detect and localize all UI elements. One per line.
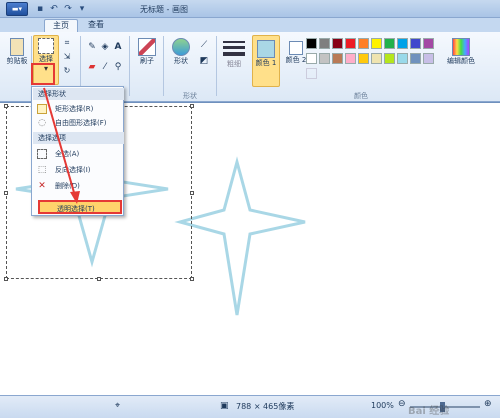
resize-handle[interactable] <box>4 191 8 195</box>
invert-select-icon: ⬚ <box>37 165 47 175</box>
colors-group-label: 颜色 <box>354 92 368 100</box>
zoom-out-icon[interactable]: ⊖ <box>398 399 406 409</box>
palette-swatch[interactable] <box>345 53 356 64</box>
palette-swatch[interactable] <box>384 53 395 64</box>
size-button[interactable]: 粗细 <box>220 38 248 69</box>
clipboard-label: 剪贴板 <box>6 57 28 65</box>
menu-item-free-select[interactable]: ◌ 自由图形选择(F) <box>33 116 124 130</box>
resize-handle[interactable] <box>190 277 194 281</box>
customize-quick-access-icon[interactable]: ▾ <box>76 3 88 15</box>
resize-icon[interactable]: ⇲ <box>62 52 72 61</box>
size-label: 粗细 <box>227 60 241 68</box>
palette-swatch[interactable] <box>410 53 421 64</box>
shapes-icon <box>172 38 190 56</box>
palette-swatch[interactable] <box>371 53 382 64</box>
tab-view[interactable]: 查看 <box>80 19 112 32</box>
magnifier-icon[interactable]: ⚲ <box>113 62 123 72</box>
menu-item-invert-select[interactable]: ⬚ 反向选择(I) <box>33 163 124 177</box>
clipboard-icon <box>10 38 24 56</box>
palette-swatch[interactable] <box>332 53 343 64</box>
palette-swatch[interactable] <box>384 38 395 49</box>
fill-shape-icon[interactable]: ◩ <box>198 56 210 66</box>
brushes-button[interactable]: 刷子 <box>134 38 160 66</box>
save-icon[interactable]: ▪ <box>34 3 46 15</box>
free-select-icon: ◌ <box>38 118 46 128</box>
color-picker-icon[interactable]: ⁄ <box>100 62 110 72</box>
watermark: Bai 经验 <box>408 406 450 417</box>
zoom-in-icon[interactable]: ⊕ <box>484 399 492 409</box>
palette-swatch[interactable] <box>358 53 369 64</box>
palette-swatch[interactable] <box>332 38 343 49</box>
palette-swatch[interactable] <box>345 38 356 49</box>
select-all-icon <box>37 149 47 159</box>
select-dropdown-menu: 选择形状 矩形选择(R) ◌ 自由图形选择(F) 选择选项 全选(A) ⬚ 反向… <box>31 86 124 216</box>
canvas-dimensions: 788 × 465像素 <box>236 402 295 411</box>
menu-section-select-shape: 选择形状 <box>33 88 124 100</box>
palette-swatch[interactable] <box>319 38 330 49</box>
color1-button[interactable]: 颜色 1 <box>252 35 280 87</box>
palette-swatch[interactable] <box>371 38 382 49</box>
menu-item-rect-select[interactable]: 矩形选择(R) <box>33 102 124 116</box>
fill-icon[interactable]: ◈ <box>100 42 110 52</box>
menu-item-delete[interactable]: ✕ 删除(D) <box>33 179 124 193</box>
window-title: 无标题 - 画图 <box>140 5 188 14</box>
palette-swatch[interactable] <box>306 38 317 49</box>
resize-handle[interactable] <box>97 277 101 281</box>
paint-menu-button[interactable]: ▬▾ <box>6 2 28 16</box>
delete-icon: ✕ <box>38 181 46 191</box>
crop-icon[interactable]: ⌗ <box>62 38 72 48</box>
shapes-button[interactable]: 形状 <box>168 38 194 66</box>
resize-handle[interactable] <box>4 104 8 108</box>
tab-home[interactable]: 主页 <box>44 19 78 32</box>
menu-section-select-options: 选择选项 <box>33 132 124 144</box>
outline-icon[interactable]: ⟋ <box>198 40 210 50</box>
color2-swatch <box>289 41 303 55</box>
custom-color-slot[interactable] <box>306 68 317 79</box>
highlight-select-button <box>31 63 55 85</box>
menu-item-transparent-select[interactable]: 透明选择(T) <box>38 200 122 214</box>
shapes-label: 形状 <box>174 57 188 65</box>
rotate-icon[interactable]: ↻ <box>62 66 72 75</box>
resize-handle[interactable] <box>190 191 194 195</box>
text-icon[interactable]: A <box>113 42 123 52</box>
edit-colors-icon <box>452 38 470 56</box>
select-rectangle-icon <box>38 38 54 54</box>
resize-handle[interactable] <box>190 104 194 108</box>
palette-swatch[interactable] <box>319 53 330 64</box>
status-bar: ⌖ ▣ 788 × 465像素 100% ⊖ ⊕ Bai 经验 <box>0 395 500 418</box>
cursor-position-icon: ⌖ <box>115 401 121 411</box>
eraser-icon[interactable]: ▰ <box>87 62 97 72</box>
palette-swatch[interactable] <box>410 38 421 49</box>
brushes-label: 刷子 <box>140 57 154 65</box>
edit-colors-button[interactable]: 编辑颜色 <box>444 38 478 66</box>
shapes-group-label: 形状 <box>183 92 197 100</box>
brush-icon <box>138 38 156 56</box>
select-label: 选择 <box>39 55 53 63</box>
color1-swatch <box>257 40 275 58</box>
palette-swatch[interactable] <box>397 38 408 49</box>
palette-swatch[interactable] <box>423 53 434 64</box>
zoom-level: 100% <box>371 401 394 410</box>
color2-label: 颜色 2 <box>285 56 307 64</box>
palette-swatch[interactable] <box>423 38 434 49</box>
clipboard-button[interactable]: 剪贴板 <box>4 38 30 66</box>
color1-label: 颜色 1 <box>255 59 277 67</box>
rect-select-icon <box>37 104 47 114</box>
title-bar: ▬▾ ▪ ↶ ↷ ▾ 无标题 - 画图 <box>0 0 500 18</box>
menu-item-select-all[interactable]: 全选(A) <box>33 147 124 161</box>
undo-icon[interactable]: ↶ <box>48 3 60 15</box>
pencil-icon[interactable]: ✎ <box>87 42 97 52</box>
palette-swatch[interactable] <box>358 38 369 49</box>
ribbon-tabs: 主页 查看 <box>0 18 500 32</box>
palette-swatch[interactable] <box>306 53 317 64</box>
redo-icon[interactable]: ↷ <box>62 3 74 15</box>
star-shape-right <box>174 156 306 316</box>
resize-handle[interactable] <box>4 277 8 281</box>
selection-size-icon: ▣ <box>220 401 229 411</box>
edit-colors-label: 编辑颜色 <box>447 57 475 65</box>
palette-swatch[interactable] <box>397 53 408 64</box>
